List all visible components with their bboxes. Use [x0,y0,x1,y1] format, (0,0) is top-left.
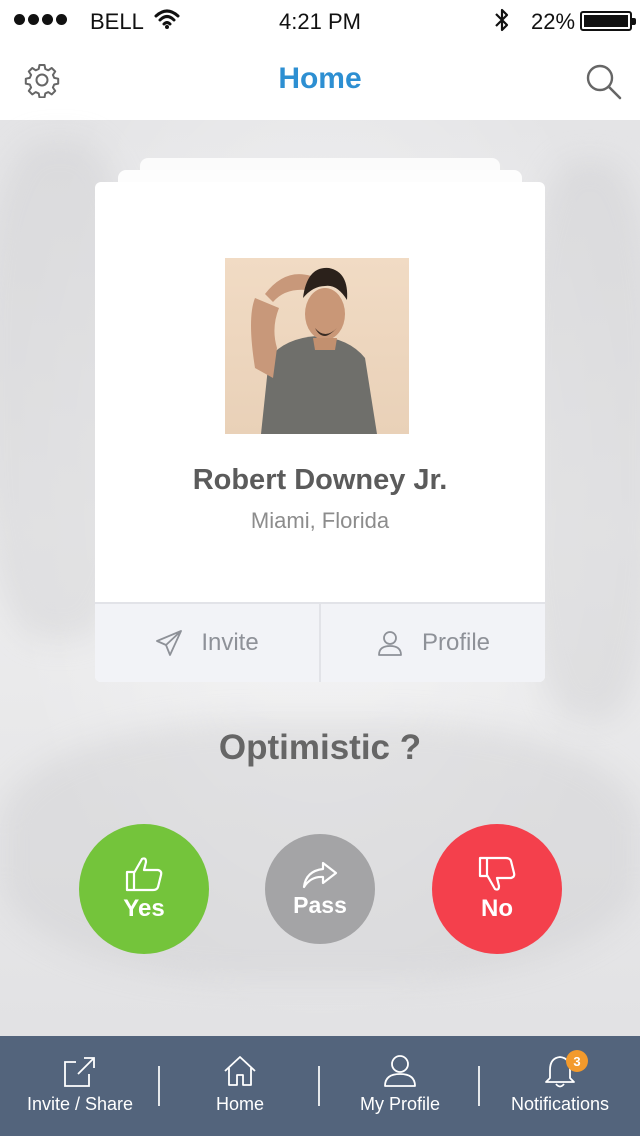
card-actions: Invite Profile [95,602,545,682]
yes-label: Yes [123,895,165,922]
bluetooth-icon [492,7,512,39]
profile-label: Profile [421,629,491,656]
thumbs-up-icon [125,857,163,892]
paper-plane-icon [156,630,183,656]
user-icon [378,631,402,656]
search-button[interactable] [584,62,624,102]
profile-button[interactable]: Profile [319,604,545,682]
question-text: Optimistic ? [218,728,422,767]
tab-bar: Invite / Share Home My Profile 3 Notific… [0,1036,640,1136]
search-icon [586,64,622,100]
carrier-name: BELL [90,9,144,34]
tab-home[interactable]: Home [160,1036,320,1136]
no-button[interactable]: No [432,824,562,954]
tab-label: My Profile [359,1094,440,1114]
yes-button[interactable]: Yes [79,824,209,954]
avatar [225,258,409,434]
notification-badge: 3 [566,1050,588,1072]
page-title: Home [278,62,362,95]
tab-notifications[interactable]: 3 Notifications [480,1036,640,1136]
gear-icon [24,64,60,99]
tab-label: Notifications [510,1094,610,1114]
thumbs-down-icon [478,856,516,891]
home-icon [224,1056,256,1086]
profile-location: Miami, Florida [250,508,390,533]
status-bar: BELL 4:21 PM 22% [0,0,640,40]
battery-percentage: 22% [531,9,576,34]
profile-card[interactable]: Robert Downey Jr. Miami, Florida Invite … [95,182,545,682]
pass-label: Pass [293,891,347,918]
invite-button[interactable]: Invite [95,604,319,682]
invite-label: Invite [201,629,259,656]
pass-button[interactable]: Pass [265,834,375,944]
navigation-bar: Home [0,40,640,120]
user-icon [384,1055,416,1087]
battery-icon [580,11,636,31]
signal-strength-icon [14,14,67,25]
share-box-icon [64,1057,95,1087]
settings-button[interactable] [24,62,60,99]
tab-label: Invite / Share [26,1094,134,1114]
tab-invite-share[interactable]: Invite / Share [0,1036,160,1136]
tab-label: Home [215,1094,264,1114]
profile-name: Robert Downey Jr. [192,464,448,496]
tab-my-profile[interactable]: My Profile [320,1036,480,1136]
no-label: No [481,895,513,922]
share-arrow-icon [302,861,338,888]
wifi-icon [154,8,180,36]
